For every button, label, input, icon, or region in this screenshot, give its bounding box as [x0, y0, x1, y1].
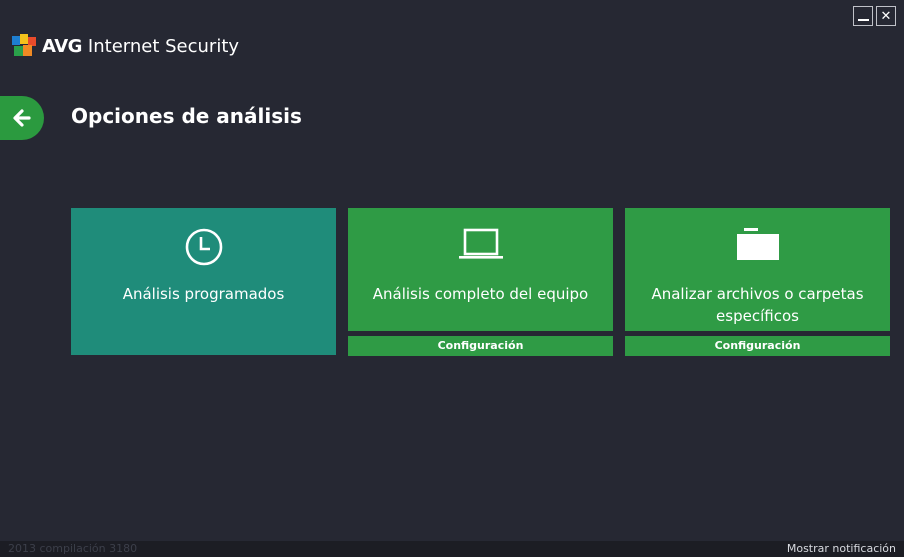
tile-label: Analizar archivos o carpetas específicos: [651, 285, 864, 325]
window-controls: ✕: [853, 6, 896, 26]
laptop-icon: [458, 228, 503, 259]
close-icon: ✕: [880, 8, 892, 24]
tile-label: Análisis programados: [122, 285, 285, 303]
minimize-icon: [857, 19, 869, 21]
build-info: 2013 compilación 3180: [8, 542, 138, 555]
full-computer-scan-tile[interactable]: Análisis completo del equipo: [348, 208, 613, 331]
tile-label: Análisis completo del equipo: [372, 285, 589, 303]
scan-files-folders-tile[interactable]: Analizar archivos o carpetas específicos: [625, 208, 890, 331]
folder-icon: [736, 228, 779, 260]
arrow-left-icon: [13, 109, 31, 127]
status-bar: 2013 compilación 3180 Mostrar notificaci…: [0, 541, 904, 557]
close-button[interactable]: ✕: [876, 6, 896, 26]
full-scan-settings-button[interactable]: Configuración: [348, 336, 613, 356]
avg-logo-icon: [12, 34, 36, 56]
minimize-button[interactable]: [853, 6, 873, 26]
brand-avg: AVG: [42, 35, 82, 57]
back-button[interactable]: [0, 96, 44, 140]
show-notification-link[interactable]: Mostrar notificación: [787, 541, 896, 557]
scheduled-scans-tile[interactable]: Análisis programados: [71, 208, 336, 355]
clock-icon: [185, 228, 222, 266]
app-window: ✕ AVG Internet Security Opciones de anál…: [0, 0, 904, 557]
files-folders-settings-button[interactable]: Configuración: [625, 336, 890, 356]
page-title: Opciones de análisis: [71, 104, 302, 128]
brand-product-name: Internet Security: [87, 35, 240, 57]
app-brand: AVG Internet Security: [12, 34, 239, 58]
